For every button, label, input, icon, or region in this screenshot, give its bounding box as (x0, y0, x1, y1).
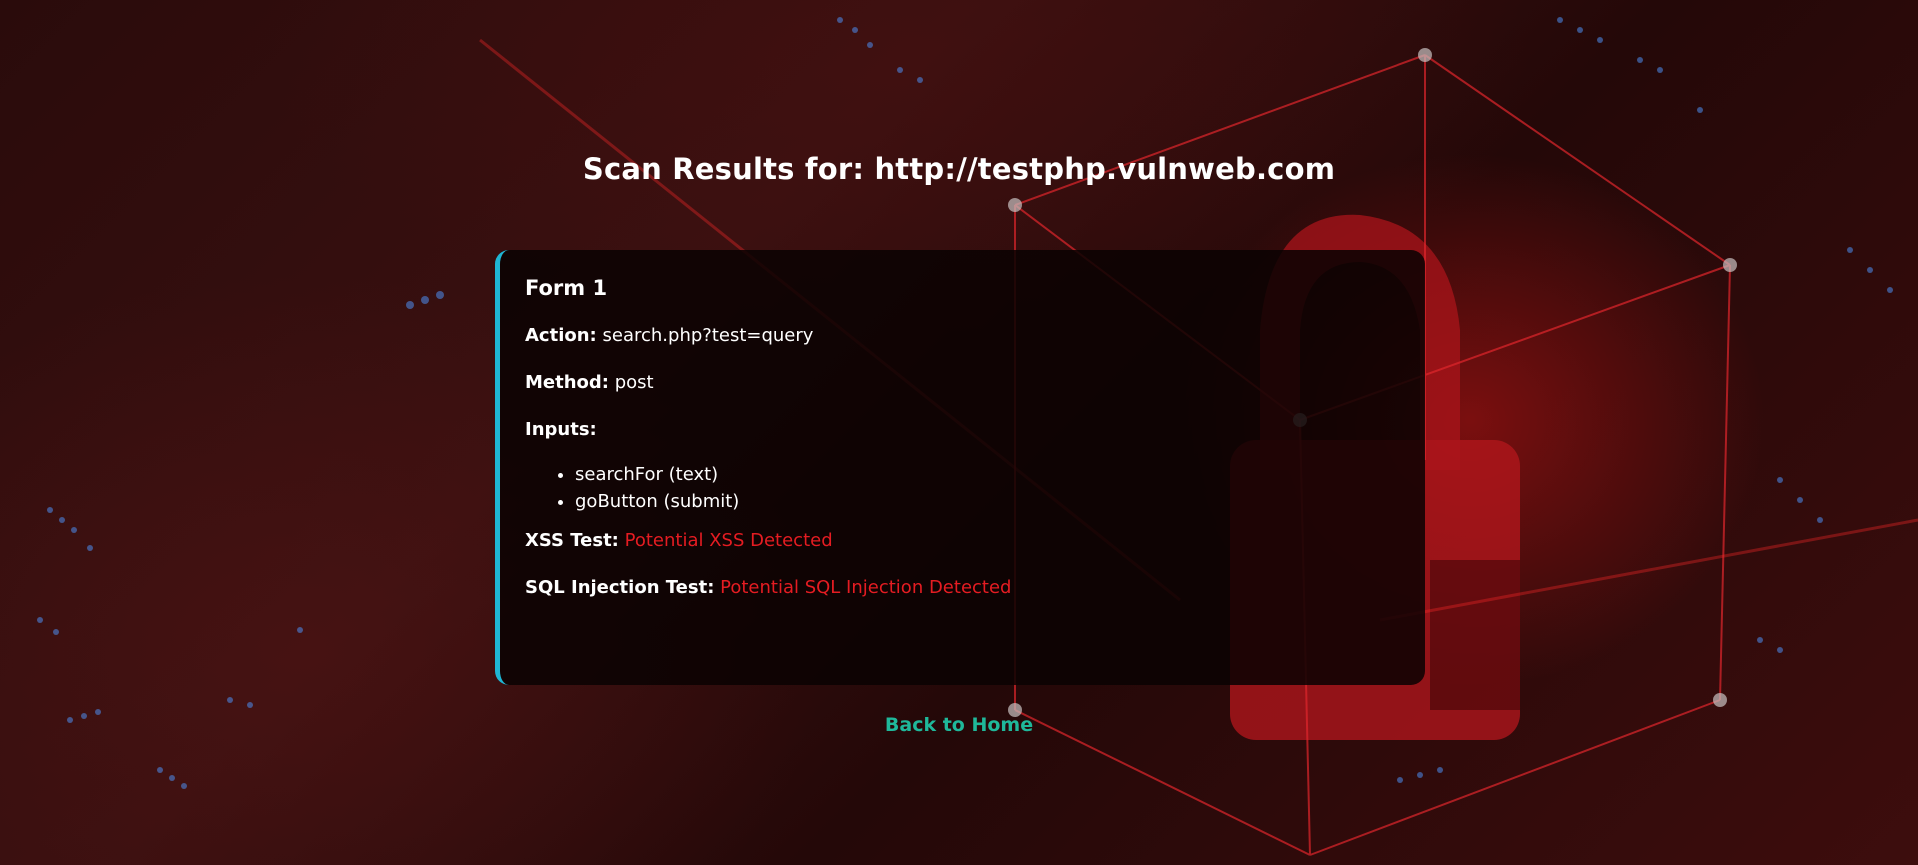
xss-test-result: XSS Test: Potential XSS Detected (525, 529, 1400, 553)
inputs-list: searchFor (text) goButton (submit) (525, 461, 1400, 515)
back-to-home-link[interactable]: Back to Home (885, 714, 1033, 736)
form-method-value: post (614, 372, 654, 393)
form-action-value: search.php?test=query (602, 325, 814, 346)
form-result-card: Form 1 Action: search.php?test=query Met… (495, 250, 1425, 685)
page-title: Scan Results for: http://testphp.vulnweb… (582, 152, 1336, 186)
list-item: goButton (submit) (575, 488, 1400, 515)
xss-test-status: Potential XSS Detected (624, 530, 833, 551)
list-item: searchFor (text) (575, 461, 1400, 488)
form-method: Method: post (525, 371, 1400, 395)
form-inputs: Inputs: (525, 418, 1400, 442)
xss-test-label: XSS Test: (525, 530, 619, 551)
form-action: Action: search.php?test=query (525, 324, 1400, 348)
back-link-container: Back to Home (0, 714, 1918, 736)
sqli-test-result: SQL Injection Test: Potential SQL Inject… (525, 576, 1400, 600)
sqli-test-label: SQL Injection Test: (525, 577, 715, 598)
form-method-label: Method: (525, 372, 609, 393)
form-inputs-label: Inputs: (525, 419, 597, 440)
form-heading: Form 1 (525, 276, 608, 300)
sqli-test-status: Potential SQL Injection Detected (720, 577, 1012, 598)
form-action-label: Action: (525, 325, 597, 346)
